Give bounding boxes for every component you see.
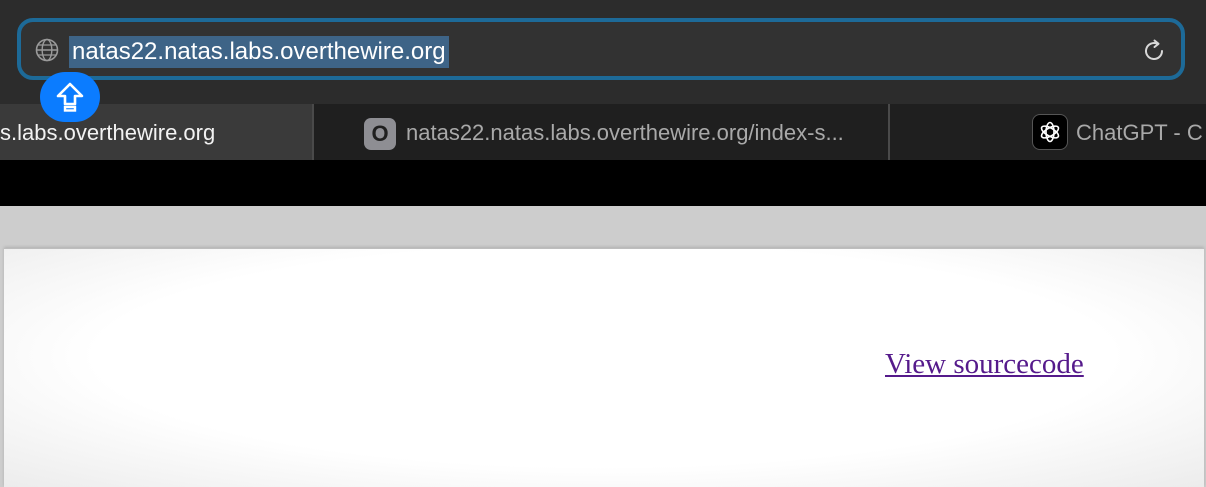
tab-title: ChatGPT - C [1076,120,1203,145]
globe-icon [35,38,59,62]
chatgpt-icon [1032,114,1068,150]
tab-chatgpt[interactable]: ChatGPT - C [890,104,1206,160]
share-upload-icon [56,82,84,112]
page-header-band [0,160,1206,206]
site-favicon-icon: O [364,118,396,150]
address-bar[interactable]: natas22.natas.labs.overthewire.org [17,18,1185,80]
browser-toolbar: natas22.natas.labs.overthewire.org [0,0,1206,104]
share-upload-button[interactable] [40,72,100,122]
view-sourcecode-link[interactable]: View sourcecode [885,348,1084,381]
reload-icon[interactable] [1141,38,1167,64]
content-panel: View sourcecode [4,248,1204,487]
tab-title: s.labs.overthewire.org [0,120,216,145]
tab-index-source[interactable]: O natas22.natas.labs.overthewire.org/ind… [314,104,890,160]
tab-title: natas22.natas.labs.overthewire.org/index… [406,120,844,145]
tab-strip: s.labs.overthewire.org O natas22.natas.l… [0,104,1206,160]
url-text[interactable]: natas22.natas.labs.overthewire.org [69,36,449,68]
